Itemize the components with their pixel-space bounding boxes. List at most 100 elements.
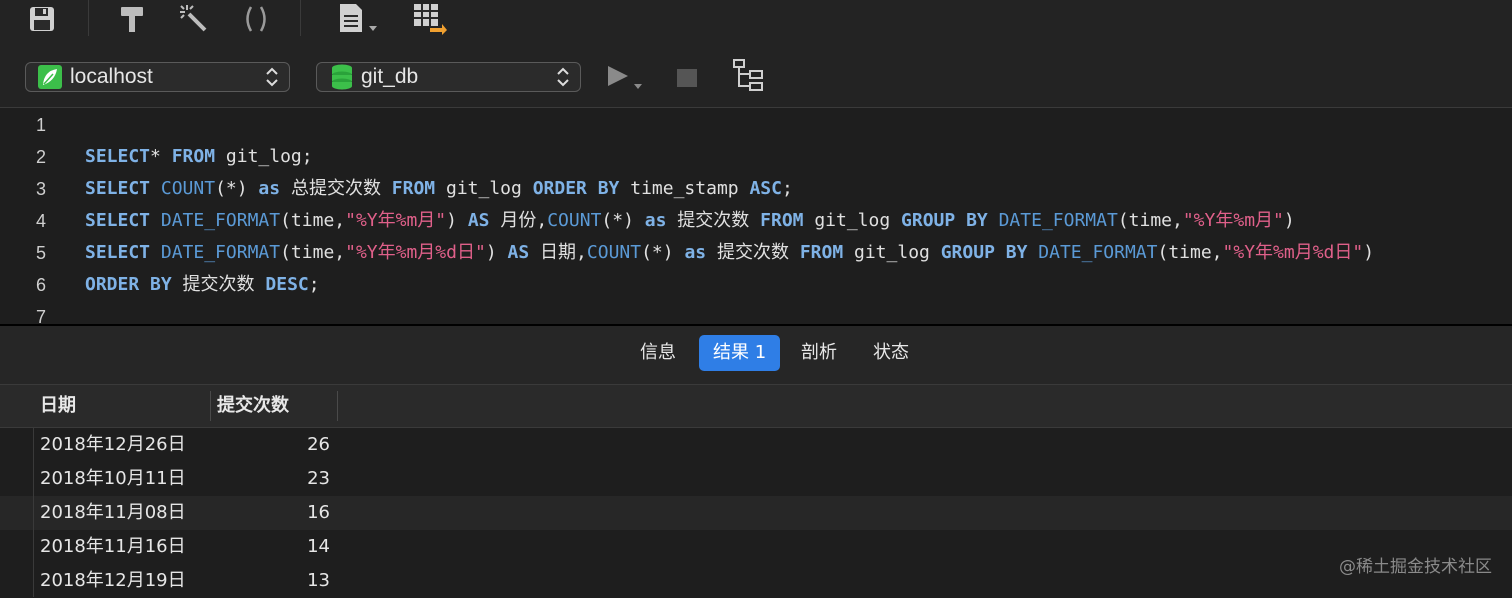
save-icon[interactable] bbox=[26, 4, 58, 34]
table-row[interactable]: 2018年11月16日 14 bbox=[0, 530, 1512, 564]
cell-date[interactable]: 2018年11月16日 bbox=[40, 530, 186, 564]
column-header-count[interactable]: 提交次数 bbox=[217, 385, 289, 427]
code-token: 总提交次数 bbox=[280, 178, 392, 199]
main-toolbar bbox=[0, 0, 1512, 44]
code-token: 提交次数 bbox=[171, 274, 266, 295]
stop-icon[interactable] bbox=[674, 62, 700, 92]
code-token: (time, bbox=[1117, 210, 1183, 231]
code-text[interactable]: SELECT DATE_FORMAT(time,"%Y年%m月%d日") AS … bbox=[85, 237, 1374, 269]
database-icon bbox=[332, 64, 352, 90]
line-number: 3 bbox=[36, 179, 47, 199]
code-token: git_log bbox=[435, 178, 533, 199]
watermark: @稀土掘金技术社区 bbox=[1339, 557, 1492, 577]
code-token: DATE_FORMAT bbox=[160, 242, 281, 263]
server-leaf-icon bbox=[38, 65, 62, 89]
cell-count[interactable]: 26 bbox=[230, 428, 330, 462]
server-select[interactable]: localhost bbox=[25, 62, 290, 92]
code-text[interactable]: SELECT DATE_FORMAT(time,"%Y年%m月") AS 月份,… bbox=[85, 205, 1295, 237]
database-label: git_db bbox=[361, 65, 419, 88]
code-token: COUNT bbox=[160, 178, 216, 199]
export-icon[interactable] bbox=[412, 4, 448, 35]
table-row[interactable]: 2018年12月19日 13 bbox=[0, 564, 1512, 598]
code-token: "%Y年%m月" bbox=[1182, 210, 1284, 231]
code-token: (time, bbox=[1157, 242, 1223, 263]
parentheses-icon[interactable] bbox=[240, 4, 272, 34]
code-text[interactable]: SELECT COUNT(*) as 总提交次数 FROM git_log OR… bbox=[85, 173, 793, 205]
select-chevron-icon bbox=[266, 67, 278, 87]
cell-date[interactable]: 2018年12月26日 bbox=[40, 428, 186, 462]
line-number: 4 bbox=[36, 211, 47, 231]
result-grid: 2018年12月26日 26 2018年10月11日 23 2018年11月08… bbox=[0, 428, 1512, 597]
code-token: SELECT bbox=[85, 146, 151, 167]
code-token: git_log; bbox=[215, 146, 313, 167]
line-number: 6 bbox=[36, 275, 47, 295]
code-token: FROM bbox=[760, 210, 804, 231]
code-token: ) bbox=[1283, 210, 1295, 231]
cell-count[interactable]: 23 bbox=[230, 462, 330, 496]
code-token: ; bbox=[308, 274, 320, 295]
tab-status[interactable]: 状态 bbox=[859, 335, 923, 371]
table-row[interactable]: 2018年11月08日 16 bbox=[0, 496, 1512, 530]
connection-bar: localhost git_db bbox=[0, 44, 1512, 108]
select-chevron-icon bbox=[557, 67, 569, 87]
code-token: "%Y年%m月" bbox=[345, 210, 447, 231]
result-grid-header: 日期 提交次数 bbox=[0, 385, 1512, 428]
code-token: COUNT bbox=[547, 210, 602, 231]
code-token: SELECT bbox=[85, 242, 151, 263]
code-token: as bbox=[644, 210, 667, 231]
code-token: (*) bbox=[601, 210, 645, 231]
cell-count[interactable]: 14 bbox=[230, 530, 330, 564]
code-token: (*) bbox=[215, 178, 259, 199]
cell-date[interactable]: 2018年11月08日 bbox=[40, 496, 186, 530]
row-gutter bbox=[33, 428, 34, 597]
tab-info[interactable]: 信息 bbox=[626, 335, 690, 371]
code-token: ; bbox=[781, 178, 793, 199]
code-token: ) bbox=[1363, 242, 1375, 263]
code-token: DESC bbox=[265, 274, 309, 295]
sql-editor[interactable]: 1 2 SELECT* FROM git_log; 3 SELECT COUNT(*) … bbox=[0, 108, 1512, 327]
code-text[interactable]: ORDER BY 提交次数 DESC; bbox=[85, 269, 320, 301]
code-text[interactable]: SELECT* FROM git_log; bbox=[85, 141, 313, 173]
explain-icon[interactable] bbox=[732, 59, 766, 91]
code-token: "%Y年%m月%d日" bbox=[1222, 242, 1364, 263]
code-token: GROUP BY bbox=[940, 242, 1028, 263]
code-token: as bbox=[684, 242, 707, 263]
cell-date[interactable]: 2018年10月11日 bbox=[40, 462, 186, 496]
code-token: ASC bbox=[749, 178, 782, 199]
cell-count[interactable]: 16 bbox=[230, 496, 330, 530]
code-token: 月份, bbox=[489, 210, 548, 231]
tab-profile[interactable]: 剖析 bbox=[787, 335, 851, 371]
table-row[interactable]: 2018年10月11日 23 bbox=[0, 462, 1512, 496]
code-token: (time, bbox=[280, 210, 346, 231]
server-label: localhost bbox=[70, 65, 153, 88]
code-token: AS bbox=[467, 210, 490, 231]
hammer-icon[interactable] bbox=[116, 4, 148, 34]
code-token: FROM bbox=[391, 178, 436, 199]
tab-result-1[interactable]: 结果 1 bbox=[699, 335, 781, 371]
document-icon[interactable] bbox=[336, 4, 382, 34]
result-tabbar: 信息 结果 1 剖析 状态 bbox=[0, 326, 1512, 385]
code-token: ) bbox=[485, 242, 508, 263]
database-select[interactable]: git_db bbox=[316, 62, 581, 92]
line-number: 5 bbox=[36, 243, 47, 263]
magic-wand-icon[interactable] bbox=[178, 4, 210, 34]
cell-count[interactable]: 13 bbox=[230, 564, 330, 598]
column-header-date[interactable]: 日期 bbox=[40, 385, 76, 427]
code-token: AS bbox=[507, 242, 530, 263]
code-token: "%Y年%m月%d日" bbox=[345, 242, 486, 263]
run-icon[interactable] bbox=[604, 62, 648, 92]
code-token: 提交次数 bbox=[706, 242, 800, 263]
code-token: GROUP BY bbox=[901, 210, 988, 231]
code-token: git_log bbox=[803, 210, 902, 231]
table-row[interactable]: 2018年12月26日 26 bbox=[0, 428, 1512, 462]
cell-date[interactable]: 2018年12月19日 bbox=[40, 564, 186, 598]
code-token: SELECT bbox=[85, 210, 151, 231]
code-token: 提交次数 bbox=[666, 210, 761, 231]
code-token: (time, bbox=[280, 242, 346, 263]
code-token: ORDER BY bbox=[532, 178, 620, 199]
